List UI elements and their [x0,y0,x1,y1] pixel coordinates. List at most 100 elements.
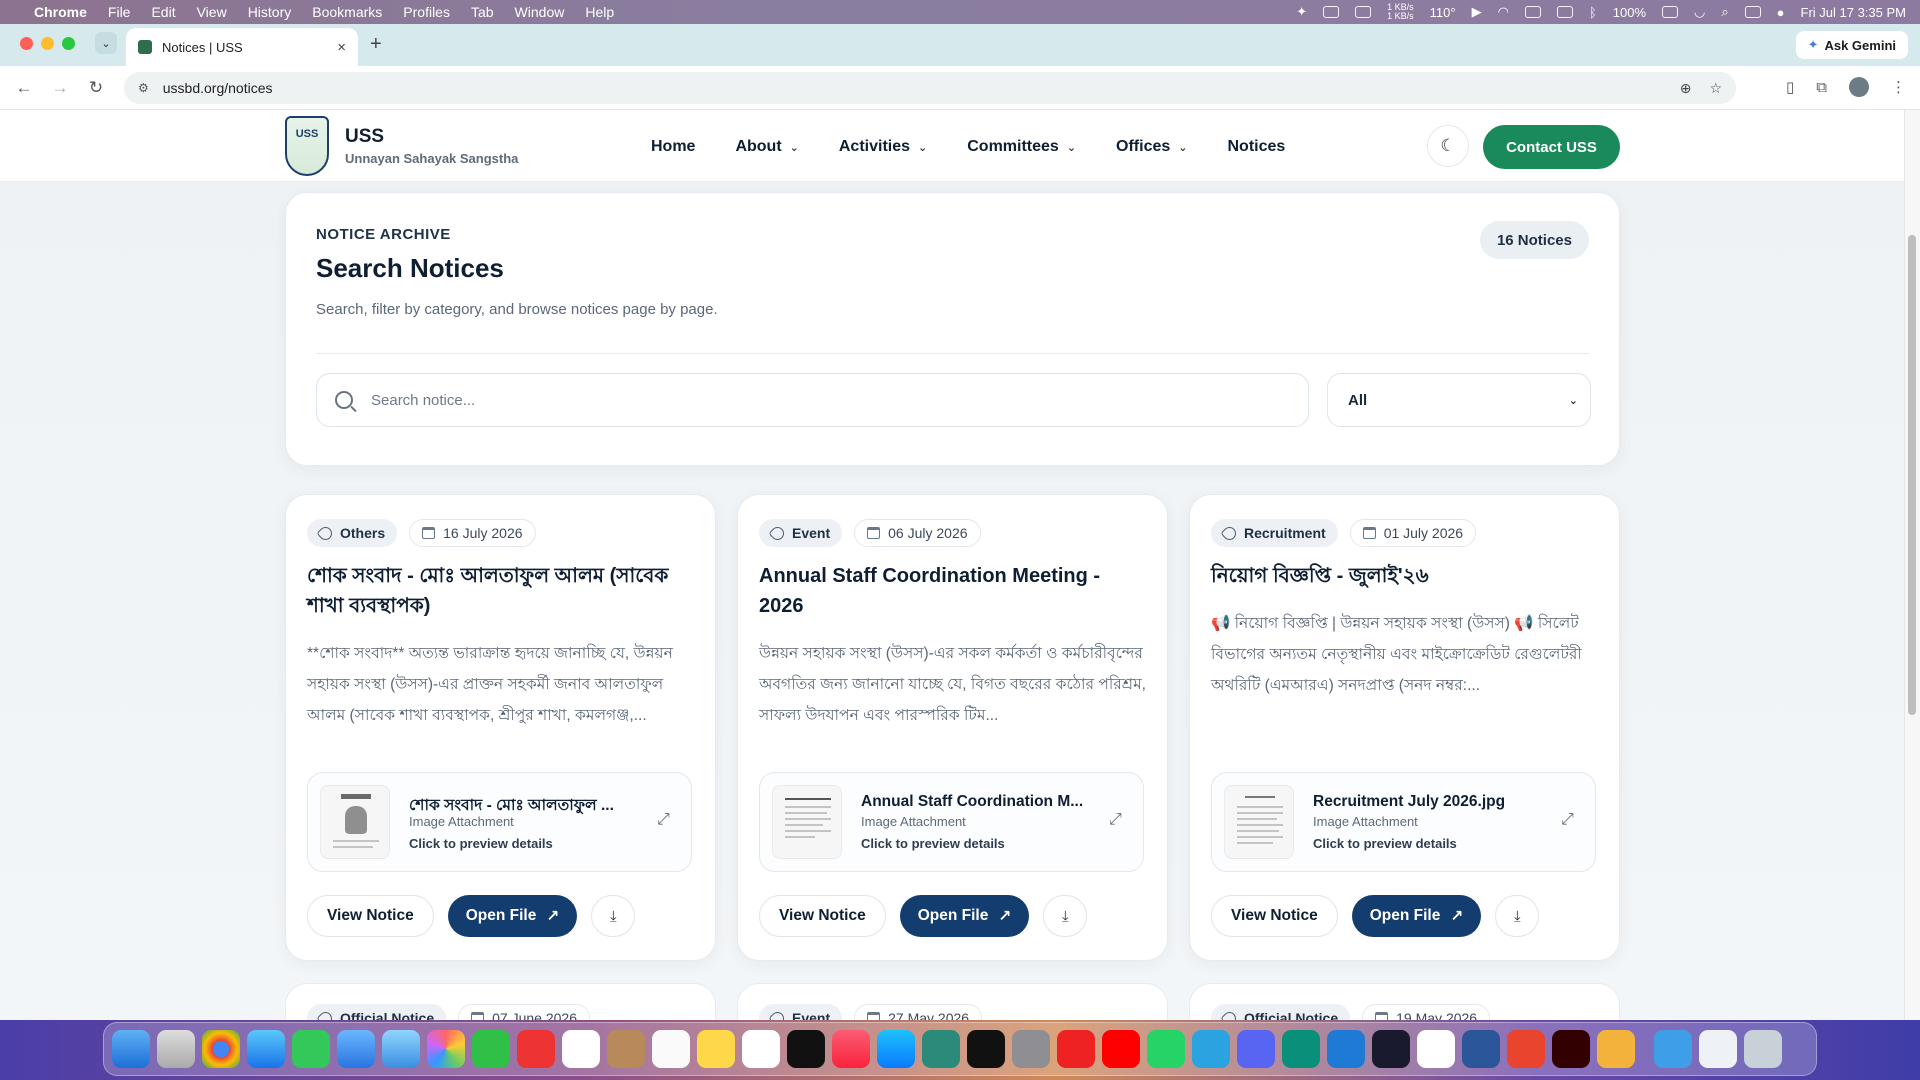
close-window-button[interactable] [20,37,33,50]
microsoft-office-icon[interactable] [1597,1030,1635,1068]
photos-icon[interactable] [427,1030,465,1068]
extensions-icon[interactable]: ⧉ [1816,79,1827,96]
pdf-reader-icon[interactable] [517,1030,555,1068]
wifi-icon[interactable]: ◡ [1694,4,1705,20]
messages-icon[interactable] [292,1030,330,1068]
quran-app-icon[interactable] [922,1030,960,1068]
youtube-icon[interactable] [1102,1030,1140,1068]
profile-avatar[interactable] [1849,77,1869,97]
datetime[interactable]: Fri Jul 17 3:35 PM [1801,5,1907,20]
menu-bookmarks[interactable]: Bookmarks [312,4,382,20]
notes-icon[interactable] [697,1030,735,1068]
category-select[interactable]: All ⌄ [1327,373,1591,427]
reload-icon[interactable]: ↻ [82,78,110,98]
expand-icon[interactable]: ⤢ [657,811,675,829]
view-notice-button[interactable]: View Notice [1211,895,1338,937]
freeform-icon[interactable] [742,1030,780,1068]
menu-view[interactable]: View [197,4,227,20]
forward-icon[interactable]: → [46,78,74,98]
bookmark-star-icon[interactable]: ☆ [1709,80,1722,97]
notice-title[interactable]: Annual Staff Coordination Meeting - 2026 [759,561,1149,621]
display-icon[interactable] [1556,6,1573,18]
finder-icon[interactable] [112,1030,150,1068]
apple-tv-icon[interactable] [787,1030,825,1068]
documents-stack-icon[interactable] [1699,1030,1737,1068]
downloads-folder-icon[interactable] [1654,1030,1692,1068]
menu-kebab-icon[interactable]: ⋮ [1891,78,1906,96]
cloud-icon[interactable] [1323,6,1340,18]
brand-name[interactable]: USS [345,126,384,148]
search-box[interactable] [316,373,1309,427]
open-file-button[interactable]: Open File ↗ [1351,895,1482,937]
download-icon[interactable]: ⤓ [591,895,636,937]
attachment-preview[interactable]: শোক সংবাদ - মোঃ আলতাফুল ... Image Attach… [307,772,692,872]
menu-edit[interactable]: Edit [151,4,175,20]
arc-icon[interactable] [1417,1030,1455,1068]
reminders-icon[interactable] [652,1030,690,1068]
ask-gemini-button[interactable]: ✦ Ask Gemini [1795,31,1908,59]
nav-committees[interactable]: Committees ⌄ [967,138,1076,156]
uss-logo[interactable]: USS [285,116,329,176]
open-file-button[interactable]: Open File ↗ [899,895,1030,937]
contacts-icon[interactable] [607,1030,645,1068]
play-icon[interactable]: ▶ [1472,4,1482,20]
close-tab-icon[interactable]: × [337,39,346,56]
telegram-icon[interactable] [1192,1030,1230,1068]
vscode-icon[interactable] [1327,1030,1365,1068]
app-store-icon[interactable] [877,1030,915,1068]
calendar-app-icon[interactable] [562,1030,600,1068]
open-file-button[interactable]: Open File ↗ [447,895,578,937]
attachment-preview[interactable]: Annual Staff Coordination M... Image Att… [759,772,1144,872]
expand-icon[interactable]: ⤢ [1561,811,1579,829]
contact-uss-button[interactable]: Contact USS [1483,125,1620,169]
nav-about[interactable]: About ⌄ [735,138,798,156]
nav-activities[interactable]: Activities ⌄ [839,138,927,156]
launchpad-icon[interactable] [157,1030,195,1068]
active-tab[interactable]: Notices | USS × [126,28,358,66]
input-source-icon[interactable] [1524,6,1541,18]
trash-icon[interactable] [1744,1030,1782,1068]
whatsapp-icon[interactable] [1147,1030,1185,1068]
menu-tab[interactable]: Tab [471,4,494,20]
sparkle-icon[interactable]: ✦ [1296,4,1307,20]
new-tab-icon[interactable]: + [370,33,382,56]
view-notice-button[interactable]: View Notice [307,895,434,937]
chrome-icon[interactable] [202,1030,240,1068]
maps-icon[interactable] [382,1030,420,1068]
download-icon[interactable]: ⤓ [1495,895,1540,937]
facetime-icon[interactable] [472,1030,510,1068]
scrollbar-thumb[interactable] [1908,235,1916,715]
spotlight-icon[interactable]: ⌕ [1721,4,1728,20]
illustrator-icon[interactable] [1552,1030,1590,1068]
word-icon[interactable] [1462,1030,1500,1068]
expand-icon[interactable]: ⤢ [1109,811,1127,829]
chatgpt-icon[interactable] [1282,1030,1320,1068]
battery-icon[interactable] [1662,6,1679,18]
view-notice-button[interactable]: View Notice [759,895,886,937]
drive-icon[interactable] [1355,6,1372,18]
menu-profiles[interactable]: Profiles [403,4,450,20]
mail-icon[interactable] [337,1030,375,1068]
address-bar[interactable]: ⚙ ussbd.org/notices ⊕ ☆ [124,72,1736,104]
terminal-icon[interactable] [967,1030,1005,1068]
bluetooth-icon[interactable]: ᛒ [1589,5,1597,20]
minimize-window-button[interactable] [41,37,54,50]
nav-home[interactable]: Home [651,138,695,156]
tab-search-chevron-icon[interactable]: ⌄ [95,32,117,54]
safari-icon[interactable] [247,1030,285,1068]
menu-app[interactable]: Chrome [34,4,87,20]
menu-help[interactable]: Help [585,4,614,20]
discord-icon[interactable] [1237,1030,1275,1068]
antigravity-icon[interactable] [1372,1030,1410,1068]
zoom-window-button[interactable] [62,37,75,50]
media-player-icon[interactable] [1057,1030,1095,1068]
menu-file[interactable]: File [108,4,131,20]
menu-history[interactable]: History [248,4,292,20]
wps-office-icon[interactable] [1507,1030,1545,1068]
control-center-icon[interactable] [1744,6,1761,18]
theme-toggle-moon-icon[interactable]: ☾ [1427,125,1469,167]
nav-notices[interactable]: Notices [1228,138,1286,156]
search-input[interactable] [371,391,1271,409]
notice-title[interactable]: শোক সংবাদ - মোঃ আলতাফুল আলম (সাবেক শাখা … [307,561,697,621]
notice-title[interactable]: নিয়োগ বিজ্ঞপ্তি - জুলাই'২৬ [1211,561,1601,591]
